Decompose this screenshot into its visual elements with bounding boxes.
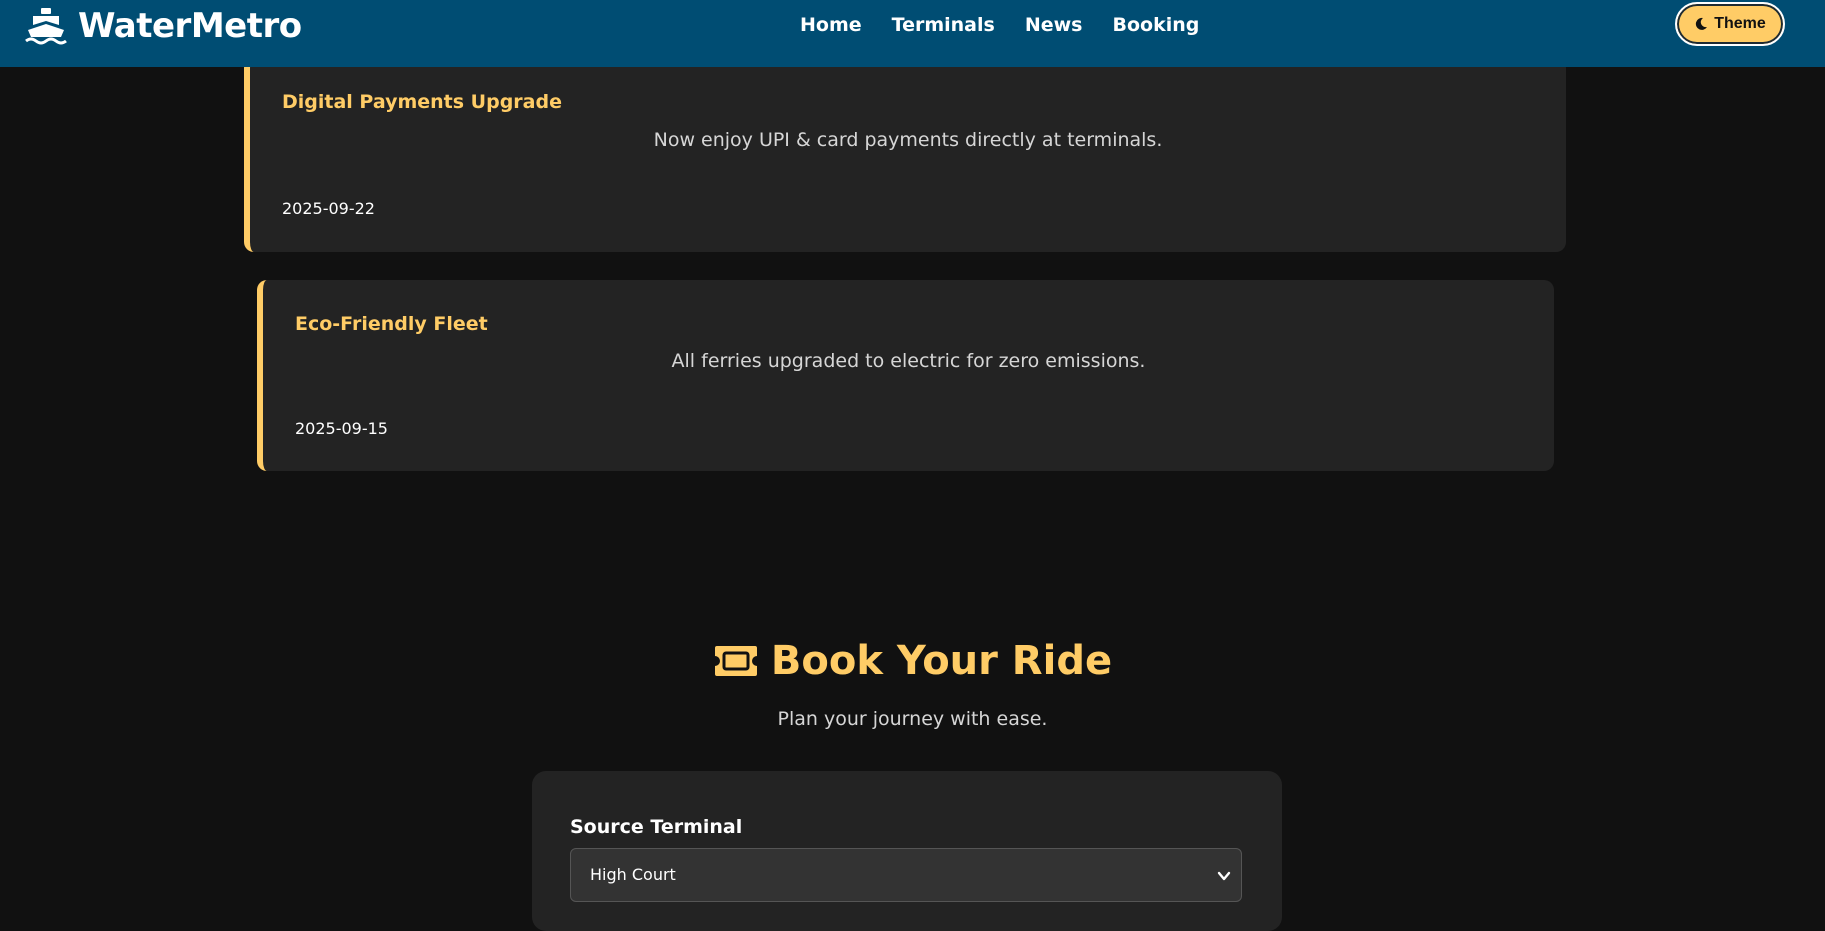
- moon-icon: [1696, 17, 1708, 30]
- brand-name: WaterMetro: [78, 6, 302, 46]
- news-title: Eco-Friendly Fleet: [295, 313, 488, 335]
- news-date: 2025-09-15: [295, 419, 388, 438]
- chevron-down-icon: [1217, 871, 1231, 881]
- news-card: Digital Payments Upgrade Now enjoy UPI &…: [244, 58, 1566, 252]
- nav-link-news[interactable]: News: [1025, 12, 1083, 38]
- ticket-icon: [714, 646, 757, 676]
- source-terminal-select[interactable]: High Court: [570, 848, 1242, 902]
- nav-link-booking[interactable]: Booking: [1112, 12, 1199, 38]
- theme-toggle-button[interactable]: Theme: [1675, 2, 1785, 46]
- news-title: Digital Payments Upgrade: [282, 91, 562, 113]
- source-terminal-label: Source Terminal: [570, 816, 743, 838]
- navbar: WaterMetro Home Terminals News Booking T…: [0, 0, 1825, 67]
- nav-link-home[interactable]: Home: [800, 12, 862, 38]
- source-terminal-value: High Court: [590, 865, 676, 884]
- brand-logo[interactable]: WaterMetro: [24, 6, 302, 46]
- main-nav: Home Terminals News Booking: [800, 12, 1199, 38]
- ship-icon: [25, 8, 67, 45]
- nav-link-terminals[interactable]: Terminals: [892, 12, 995, 38]
- booking-subtitle: Plan your journey with ease.: [777, 708, 1048, 730]
- news-date: 2025-09-22: [282, 199, 375, 218]
- theme-button-label: Theme: [1714, 15, 1766, 32]
- booking-title-text: Book Your Ride: [770, 638, 1113, 684]
- booking-title: Book Your Ride: [0, 636, 1825, 686]
- news-description: All ferries upgraded to electric for zer…: [671, 350, 1146, 372]
- booking-form: Source Terminal High Court: [532, 771, 1282, 931]
- news-card: Eco-Friendly Fleet All ferries upgraded …: [257, 280, 1554, 471]
- news-description: Now enjoy UPI & card payments directly a…: [653, 129, 1163, 151]
